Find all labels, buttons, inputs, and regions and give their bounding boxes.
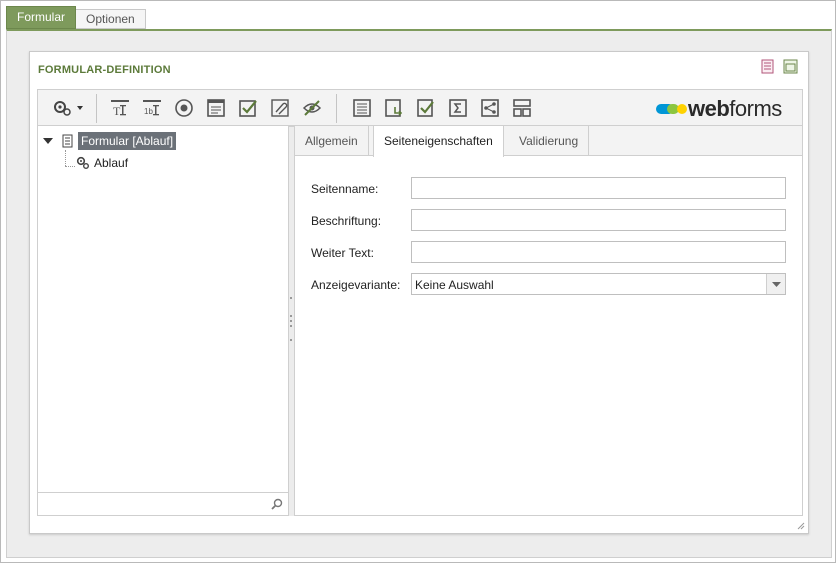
wordmark-regular: forms	[729, 96, 782, 121]
seitenname-label: Seitenname:	[311, 182, 379, 196]
splitter-dot	[290, 315, 292, 317]
splitter-dot	[290, 325, 292, 327]
flow-icon[interactable]	[480, 98, 500, 118]
webforms-wordmark: webforms	[688, 96, 782, 122]
tab-content: FORMULAR-DEFINITION T 1b webforms Formul…	[6, 29, 832, 558]
page-break-icon[interactable]	[384, 98, 404, 118]
tab-formular[interactable]: Formular	[6, 6, 77, 29]
form-document-icon	[62, 134, 73, 148]
labeled-text-field-icon[interactable]: 1b	[142, 98, 162, 118]
webforms-logo: webforms	[656, 96, 782, 122]
panel-header: FORMULAR-DEFINITION	[30, 52, 808, 86]
tree-connector	[65, 150, 66, 166]
toolbar-separator	[96, 94, 97, 123]
splitter-dot	[290, 297, 292, 299]
gears-dropdown-icon[interactable]	[52, 98, 86, 118]
dropdown-button[interactable]	[766, 274, 785, 294]
search-icon[interactable]	[271, 498, 283, 510]
toolbar-separator	[336, 94, 337, 123]
validation-icon[interactable]	[416, 98, 436, 118]
calculation-icon[interactable]	[448, 98, 468, 118]
beschriftung-label: Beschriftung:	[311, 214, 382, 228]
webforms-logo-icon	[656, 104, 687, 114]
checkbox-icon[interactable]	[238, 98, 258, 118]
hidden-field-icon[interactable]	[302, 98, 322, 118]
tree-item-label: Ablauf	[94, 156, 129, 170]
weiter-text-label: Weiter Text:	[311, 246, 374, 260]
tab-optionen[interactable]: Optionen	[76, 9, 146, 29]
anzeigevariante-label: Anzeigevariante:	[311, 278, 401, 292]
splitter-dot	[290, 339, 292, 341]
page-icon[interactable]	[352, 98, 372, 118]
panel-title: FORMULAR-DEFINITION	[38, 64, 171, 76]
weiter-text-input[interactable]	[411, 241, 786, 263]
layout-icon[interactable]	[512, 98, 532, 118]
radio-button-icon[interactable]	[174, 98, 194, 118]
top-tab-bar: Formular Optionen	[6, 6, 146, 29]
splitter-dot	[290, 320, 292, 322]
toolbar: T 1b webforms	[37, 89, 803, 126]
tab-allgemein[interactable]: Allgemein	[295, 126, 369, 156]
properties-tab-bar: Allgemein Seiteneigenschaften Validierun…	[295, 126, 802, 157]
tree-connector	[65, 166, 75, 167]
form-definition-panel: FORMULAR-DEFINITION T 1b webforms Formul…	[29, 51, 809, 534]
text-field-icon[interactable]: T	[110, 98, 130, 118]
tab-validierung[interactable]: Validierung	[509, 126, 590, 156]
beschriftung-input[interactable]	[411, 209, 786, 231]
collapse-triangle-icon[interactable]	[42, 135, 54, 147]
gears-icon	[76, 156, 89, 169]
tree-search-field[interactable]	[38, 492, 288, 514]
structure-tree: Formular [Ablauf] Ablauf	[37, 126, 289, 516]
tab-seiteneigenschaften[interactable]: Seiteneigenschaften	[373, 126, 504, 157]
attachment-icon[interactable]	[270, 98, 290, 118]
window-icon[interactable]	[783, 59, 798, 74]
document-icon[interactable]	[760, 59, 775, 74]
tree-item-label: Formular [Ablauf]	[78, 132, 177, 150]
app-window: Formular Optionen FORMULAR-DEFINITION T …	[0, 0, 836, 563]
properties-panel: Allgemein Seiteneigenschaften Validierun…	[294, 126, 803, 516]
anzeigevariante-select[interactable]: Keine Auswahl	[411, 273, 786, 295]
tree-item-ablauf[interactable]: Ablauf	[76, 156, 128, 170]
wordmark-bold: web	[688, 96, 730, 121]
svg-text:1b: 1b	[144, 107, 153, 116]
text-area-icon[interactable]	[206, 98, 226, 118]
resize-grip-icon[interactable]	[797, 522, 805, 530]
chevron-down-icon	[772, 282, 781, 287]
select-value: Keine Auswahl	[415, 278, 494, 292]
tree-item-formular[interactable]: Formular [Ablauf]	[42, 132, 177, 150]
svg-text:T: T	[113, 104, 121, 118]
seitenname-input[interactable]	[411, 177, 786, 199]
